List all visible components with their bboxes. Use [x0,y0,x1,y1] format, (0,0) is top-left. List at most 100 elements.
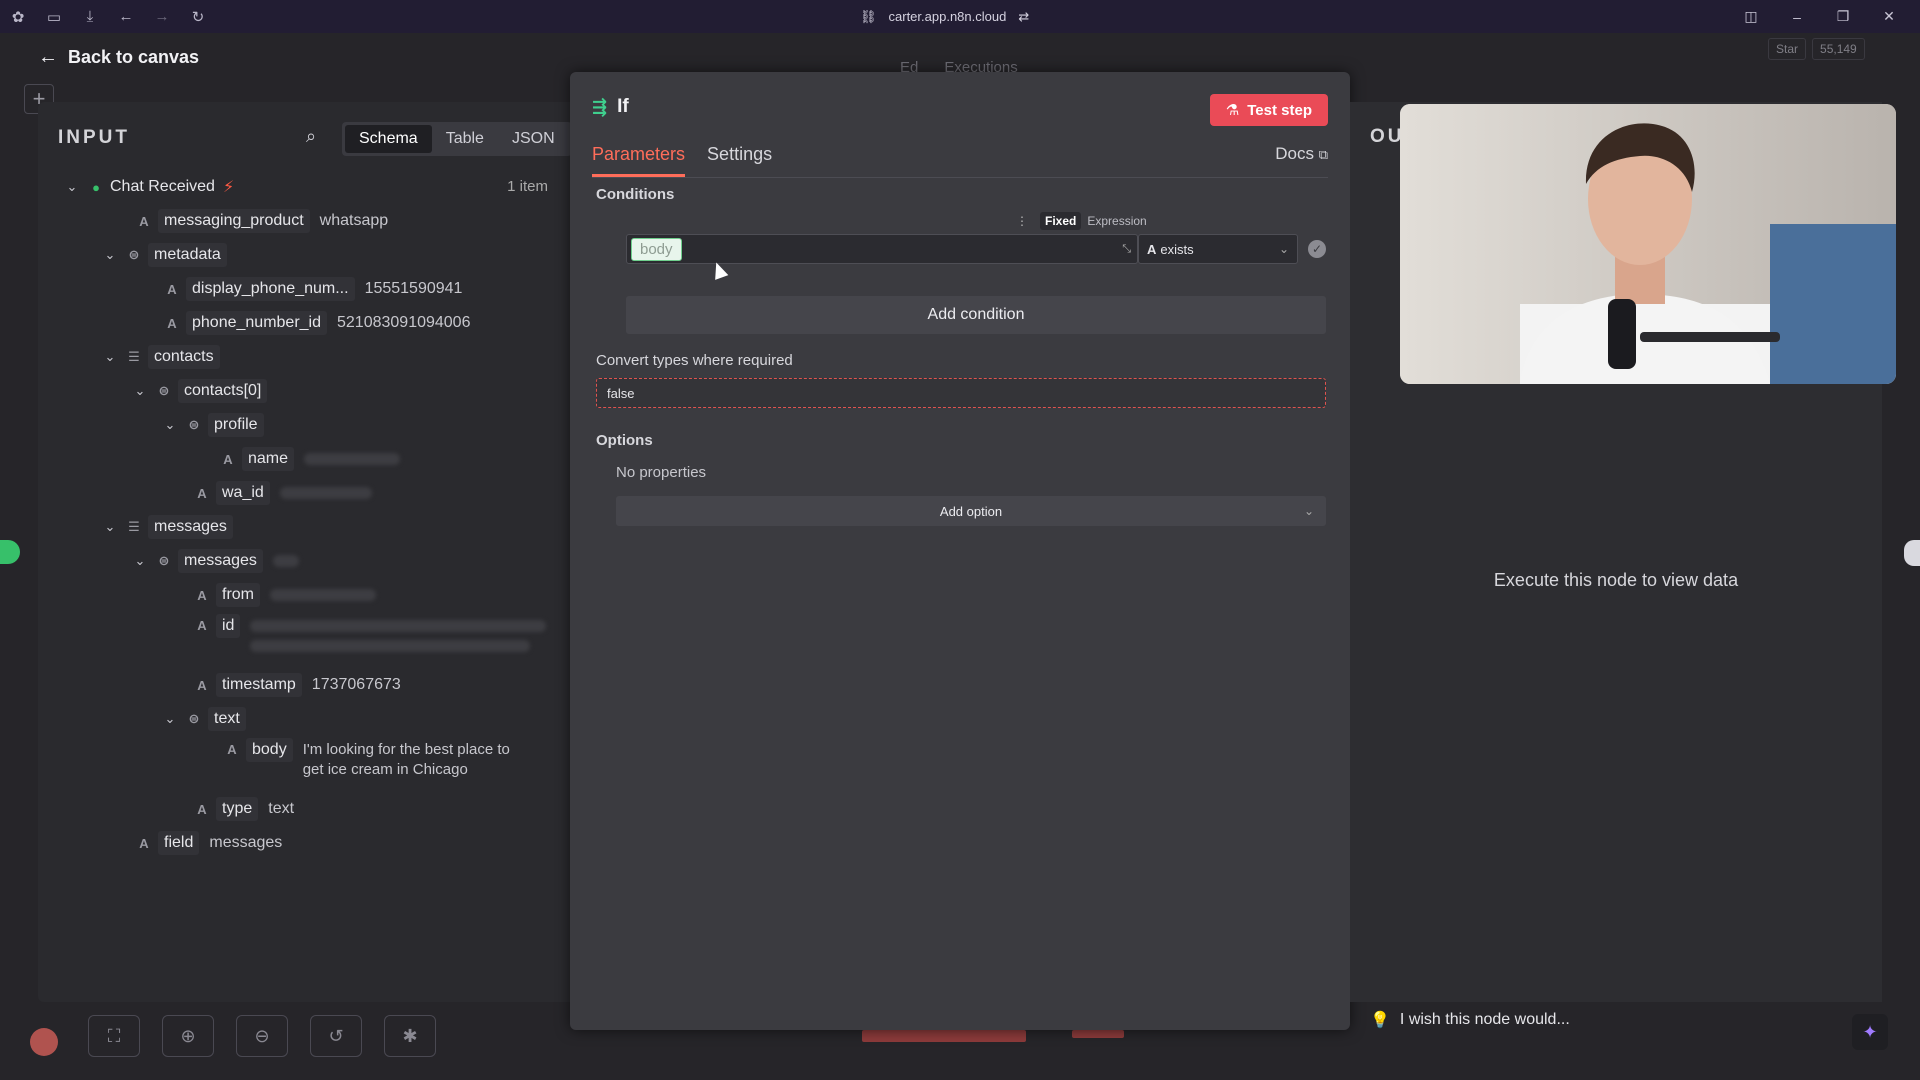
tree-row[interactable]: A display_phone_num... 15551590941 [158,274,462,304]
chevron-down-icon[interactable]: ⌄ [130,383,150,399]
object-type-icon: ⊜ [188,711,200,726]
feedback-link[interactable]: 💡 I wish this node would... [1370,1010,1570,1030]
view-tab-json[interactable]: JSON [498,125,569,153]
body-value-line1: I'm looking for the best place to [302,741,510,758]
field-value: whatsapp [319,212,389,229]
back-to-canvas-button[interactable]: ← Back to canvas [38,46,199,69]
tree-row[interactable]: A type text [188,794,294,824]
zoom-out-icon[interactable]: ⊖ [236,1015,288,1057]
execute-secondary-bar[interactable] [1072,1030,1124,1038]
lightbulb-icon: 💡 [1370,1012,1390,1029]
github-star[interactable]: Star 55,149 [1768,38,1865,60]
zoom-in-icon[interactable]: ⊕ [162,1015,214,1057]
string-type-icon: A [139,213,149,229]
string-type-icon: A [167,315,177,331]
execute-workflow-bar[interactable] [862,1030,1026,1042]
mode-toggle: ⋮ Fixed Expression [1016,212,1147,230]
sidebar-toggle-icon[interactable]: ▭ [36,0,72,33]
download-icon[interactable]: ⤓ [72,0,108,33]
minimize-icon[interactable]: – [1774,9,1820,25]
add-option-dropdown[interactable]: Add option ⌄ [616,496,1326,526]
redacted-value [304,453,401,465]
docs-link[interactable]: Docs ⧉ [1275,144,1328,164]
split-view-icon[interactable]: ◫ [1728,8,1774,25]
reset-zoom-icon[interactable]: ↺ [310,1015,362,1057]
tree-row[interactable]: ⌄ ⊜ metadata [100,240,237,270]
chevron-down-icon[interactable]: ⌄ [160,417,180,433]
field-key: field [158,831,200,855]
mode-fixed[interactable]: Fixed [1040,212,1082,230]
tab-settings[interactable]: Settings [705,144,774,177]
field-key: name [242,447,295,471]
tree-row[interactable]: A field messages [130,828,282,858]
add-condition-button[interactable]: Add condition [626,296,1326,334]
check-circle-icon[interactable]: ✓ [1308,240,1326,258]
tree-row[interactable]: ⌄ ⊜ text [160,704,256,734]
chevron-down-icon[interactable]: ⌄ [160,711,180,727]
view-tab-table[interactable]: Table [432,125,498,153]
browser-logo-icon[interactable]: ✿ [0,0,36,33]
back-arrow-icon[interactable]: ← [108,0,144,33]
view-switcher: Schema Table JSON [342,122,572,156]
tree-row[interactable]: A id [188,614,547,658]
tree-row[interactable]: A name [214,444,401,474]
tree-root[interactable]: ⌄ ● Chat Received ⚡ 1 item [62,172,570,202]
object-type-icon: ⊜ [158,553,170,568]
if-node-icon: ⇶ [592,96,608,117]
field-key: phone_number_id [186,311,327,335]
tree-row[interactable]: ⌄ ⊜ contacts[0] [130,376,277,406]
reload-icon[interactable]: ↻ [180,0,216,33]
site-settings-icon[interactable]: ⇄ [1018,9,1029,25]
string-type-icon: A [139,835,149,851]
view-tab-schema[interactable]: Schema [345,125,432,153]
execute-node-message: Execute this node to view data [1493,570,1739,590]
chevron-down-icon[interactable]: ⌄ [100,349,120,365]
field-key: body [246,738,293,762]
tree-row[interactable]: A phone_number_id 521083091094006 [158,308,470,338]
node-title[interactable]: If [617,96,629,118]
tree-row[interactable]: A body I'm looking for the best place to… [218,738,510,782]
options-label: Options [596,432,653,449]
search-icon[interactable]: ⌕ [306,126,316,147]
field-key: contacts [148,345,220,369]
convert-types-field[interactable]: false [596,378,1326,408]
tree-row[interactable]: ⌄ ⊜ messages [130,546,299,576]
redacted-value [279,487,372,499]
maximize-icon[interactable]: ❐ [1820,8,1866,25]
fit-view-icon[interactable]: ⛶ [88,1015,140,1057]
input-panel: INPUT ⌕ Schema Table JSON ⌄ ● Chat Recei… [38,102,572,1002]
root-label: Chat Received [110,178,215,195]
address-bar[interactable]: ⛓ carter.app.n8n.cloud ⇄ [860,0,1029,33]
mode-expression[interactable]: Expression [1087,214,1146,228]
expand-editor-icon[interactable]: ⤡ [1122,243,1131,256]
chevron-down-icon[interactable]: ⌄ [130,553,150,569]
tree-row[interactable]: A wa_id [188,478,372,508]
close-icon[interactable]: ✕ [1866,8,1912,25]
operator-select[interactable]: A exists ⌄ [1138,234,1298,264]
string-type-icon: A [223,451,233,467]
condition-value-input[interactable]: body ⤡ [626,234,1138,264]
ai-assistant-icon[interactable]: ✦ [1852,1014,1888,1050]
debug-icon[interactable]: ✱ [384,1015,436,1057]
tree-row[interactable]: A from [188,580,376,610]
object-type-icon: ⊜ [158,383,170,398]
forward-arrow-icon[interactable]: → [144,0,180,33]
user-avatar[interactable] [30,1028,58,1056]
arrow-left-icon: ← [38,46,58,68]
tree-row[interactable]: A messaging_product whatsapp [130,206,388,236]
field-key: wa_id [216,481,270,505]
chevron-down-icon[interactable]: ⌄ [100,519,120,535]
tree-row[interactable]: ⌄ ☰ contacts [100,342,230,372]
string-type-icon: A [197,618,207,633]
tree-row[interactable]: ⌄ ⊜ profile [160,410,274,440]
tree-row[interactable]: A timestamp 1737067673 [188,670,401,700]
whatsapp-icon: ● [92,179,100,195]
redacted-value [272,555,299,567]
test-step-button[interactable]: ⚗ Test step [1209,94,1328,126]
chevron-down-icon[interactable]: ⌄ [100,247,120,263]
tree-row[interactable]: ⌄ ☰ messages [100,512,243,542]
tab-parameters[interactable]: Parameters [592,144,686,177]
right-handle-icon[interactable] [1904,540,1920,566]
more-options-icon[interactable]: ⋮ [1016,214,1028,228]
chevron-down-icon[interactable]: ⌄ [62,179,82,195]
